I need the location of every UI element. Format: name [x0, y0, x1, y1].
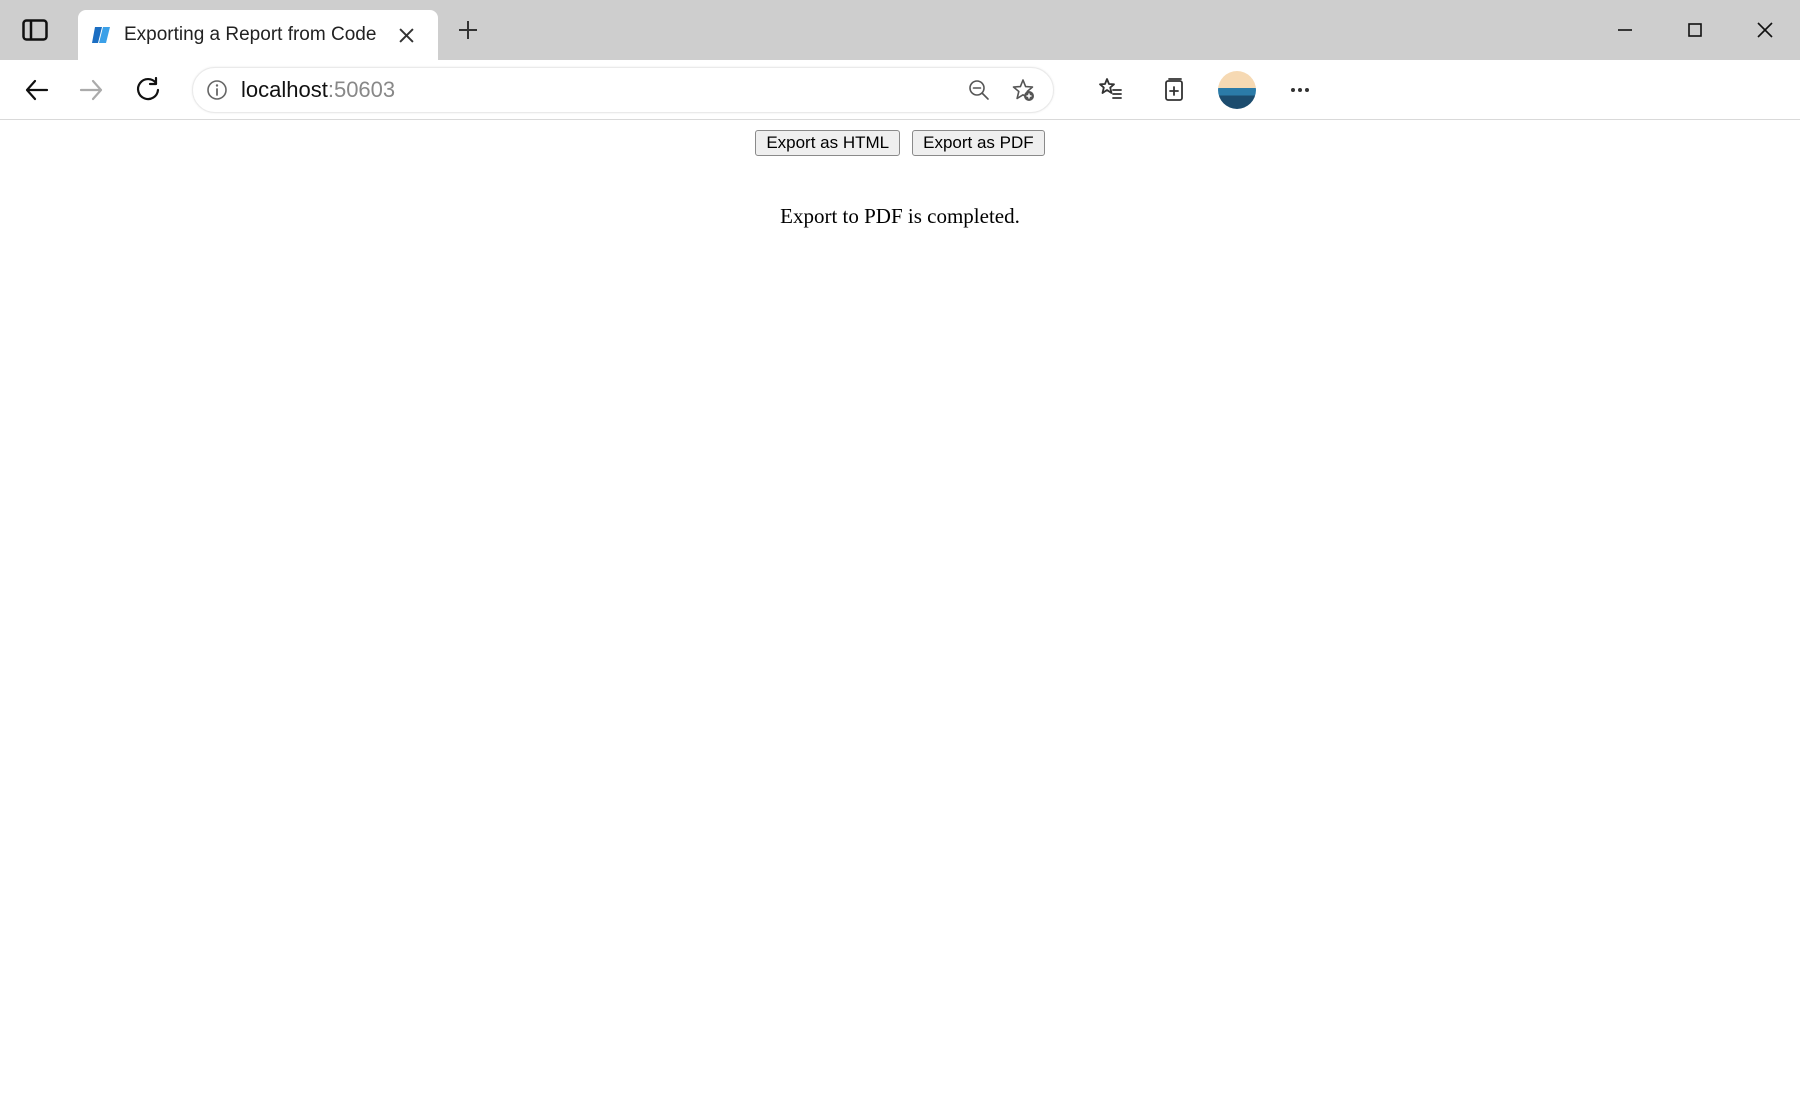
- forward-button: [68, 66, 116, 114]
- new-tab-button[interactable]: [448, 10, 488, 50]
- tab-favicon-icon: [92, 25, 112, 45]
- toolbar-right: [1090, 70, 1320, 110]
- site-info-icon[interactable]: [203, 76, 231, 104]
- address-bar[interactable]: localhost:50603: [192, 67, 1054, 113]
- browser-tab[interactable]: Exporting a Report from Code: [78, 10, 438, 60]
- refresh-button[interactable]: [124, 66, 172, 114]
- browser-titlebar: Exporting a Report from Code: [0, 0, 1800, 60]
- tab-title: Exporting a Report from Code: [124, 24, 380, 46]
- maximize-button[interactable]: [1660, 0, 1730, 60]
- browser-navbar: localhost:50603: [0, 60, 1800, 120]
- add-favorite-icon[interactable]: [1009, 76, 1037, 104]
- export-pdf-button[interactable]: Export as PDF: [912, 130, 1045, 156]
- profile-avatar[interactable]: [1218, 71, 1256, 109]
- more-options-icon[interactable]: [1280, 70, 1320, 110]
- url-host: localhost: [241, 77, 328, 102]
- back-button[interactable]: [12, 66, 60, 114]
- collections-icon[interactable]: [1154, 70, 1194, 110]
- close-tab-button[interactable]: [392, 21, 420, 49]
- url-text: localhost:50603: [241, 77, 955, 103]
- favorites-icon[interactable]: [1090, 70, 1130, 110]
- zoom-out-icon[interactable]: [965, 76, 993, 104]
- export-status-message: Export to PDF is completed.: [0, 204, 1800, 229]
- page-content: Export as HTML Export as PDF Export to P…: [0, 120, 1800, 229]
- minimize-button[interactable]: [1590, 0, 1660, 60]
- export-buttons-row: Export as HTML Export as PDF: [0, 130, 1800, 156]
- close-window-button[interactable]: [1730, 0, 1800, 60]
- export-html-button[interactable]: Export as HTML: [755, 130, 900, 156]
- url-port: :50603: [328, 77, 395, 102]
- tab-actions-icon[interactable]: [10, 5, 60, 55]
- window-controls: [1590, 0, 1800, 60]
